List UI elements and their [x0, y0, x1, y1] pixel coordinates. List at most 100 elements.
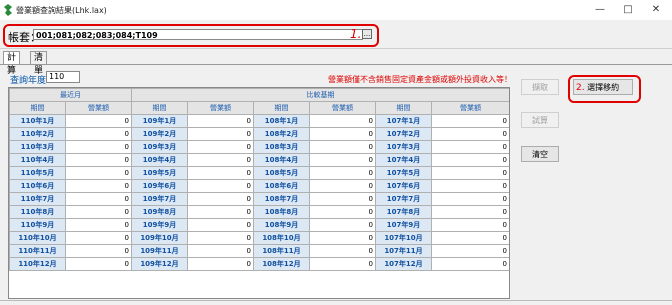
period-cell[interactable]: 109年1月	[131, 114, 188, 128]
revenue-cell[interactable]: 0	[187, 205, 254, 219]
revenue-cell[interactable]: 0	[309, 192, 376, 206]
revenue-cell[interactable]: 0	[65, 257, 132, 271]
period-cell[interactable]: 108年11月	[253, 244, 310, 258]
period-cell[interactable]: 109年4月	[131, 153, 188, 167]
period-cell[interactable]: 107年6月	[375, 179, 432, 193]
close-button[interactable]: ✕	[642, 0, 670, 20]
revenue-cell[interactable]: 0	[65, 166, 132, 180]
period-cell[interactable]: 110年5月	[9, 166, 66, 180]
period-cell[interactable]: 110年4月	[9, 153, 66, 167]
revenue-cell[interactable]: 0	[187, 257, 254, 271]
revenue-cell[interactable]: 0	[431, 205, 509, 219]
revenue-cell[interactable]: 0	[65, 179, 132, 193]
compare-button[interactable]: 2. 選擇移約	[573, 79, 633, 95]
clear-button[interactable]: 清空	[521, 146, 559, 162]
period-cell[interactable]: 110年7月	[9, 192, 66, 206]
period-cell[interactable]: 110年8月	[9, 205, 66, 219]
period-cell[interactable]: 108年9月	[253, 218, 310, 232]
period-cell[interactable]: 108年5月	[253, 166, 310, 180]
period-cell[interactable]: 108年8月	[253, 205, 310, 219]
period-cell[interactable]: 108年6月	[253, 179, 310, 193]
revenue-cell[interactable]: 0	[309, 244, 376, 258]
period-cell[interactable]: 109年8月	[131, 205, 188, 219]
period-cell[interactable]: 107年10月	[375, 231, 432, 245]
revenue-cell[interactable]: 0	[309, 205, 376, 219]
revenue-cell[interactable]: 0	[309, 257, 376, 271]
revenue-cell[interactable]: 0	[431, 114, 509, 128]
period-cell[interactable]: 109年12月	[131, 257, 188, 271]
revenue-cell[interactable]: 0	[431, 166, 509, 180]
revenue-cell[interactable]: 0	[431, 153, 509, 167]
revenue-cell[interactable]: 0	[65, 192, 132, 206]
year-input[interactable]: 110	[46, 71, 80, 83]
period-cell[interactable]: 109年6月	[131, 179, 188, 193]
period-cell[interactable]: 109年7月	[131, 192, 188, 206]
revenue-cell[interactable]: 0	[187, 179, 254, 193]
period-cell[interactable]: 107年1月	[375, 114, 432, 128]
period-cell[interactable]: 110年2月	[9, 127, 66, 141]
period-cell[interactable]: 108年4月	[253, 153, 310, 167]
revenue-cell[interactable]: 0	[431, 244, 509, 258]
revenue-cell[interactable]: 0	[431, 218, 509, 232]
revenue-cell[interactable]: 0	[309, 153, 376, 167]
revenue-cell[interactable]: 0	[431, 257, 509, 271]
period-cell[interactable]: 107年9月	[375, 218, 432, 232]
revenue-cell[interactable]: 0	[65, 205, 132, 219]
period-cell[interactable]: 107年3月	[375, 140, 432, 154]
period-cell[interactable]: 109年2月	[131, 127, 188, 141]
period-cell[interactable]: 109年11月	[131, 244, 188, 258]
period-cell[interactable]: 108年3月	[253, 140, 310, 154]
revenue-cell[interactable]: 0	[431, 127, 509, 141]
period-cell[interactable]: 110年11月	[9, 244, 66, 258]
maximize-button[interactable]: □	[614, 0, 642, 20]
period-cell[interactable]: 107年8月	[375, 205, 432, 219]
period-cell[interactable]: 108年1月	[253, 114, 310, 128]
revenue-cell[interactable]: 0	[309, 231, 376, 245]
revenue-cell[interactable]: 0	[65, 127, 132, 141]
revenue-cell[interactable]: 0	[65, 153, 132, 167]
revenue-cell[interactable]: 0	[187, 192, 254, 206]
revenue-cell[interactable]: 0	[309, 179, 376, 193]
revenue-cell[interactable]: 0	[65, 244, 132, 258]
revenue-cell[interactable]: 0	[187, 140, 254, 154]
minimize-button[interactable]: —	[586, 0, 614, 20]
tab-list[interactable]: 清單	[30, 51, 48, 76]
revenue-cell[interactable]: 0	[187, 231, 254, 245]
period-cell[interactable]: 107年5月	[375, 166, 432, 180]
revenue-cell[interactable]: 0	[309, 140, 376, 154]
period-cell[interactable]: 110年12月	[9, 257, 66, 271]
period-cell[interactable]: 107年12月	[375, 257, 432, 271]
period-cell[interactable]: 107年2月	[375, 127, 432, 141]
period-cell[interactable]: 110年6月	[9, 179, 66, 193]
period-cell[interactable]: 108年10月	[253, 231, 310, 245]
period-cell[interactable]: 107年4月	[375, 153, 432, 167]
revenue-cell[interactable]: 0	[65, 231, 132, 245]
browse-account-button[interactable]: ...	[362, 29, 372, 39]
tab-calculate[interactable]: 計算	[3, 51, 21, 76]
period-cell[interactable]: 109年5月	[131, 166, 188, 180]
revenue-cell[interactable]: 0	[187, 218, 254, 232]
revenue-cell[interactable]: 0	[65, 218, 132, 232]
revenue-cell[interactable]: 0	[431, 192, 509, 206]
period-cell[interactable]: 110年10月	[9, 231, 66, 245]
revenue-cell[interactable]: 0	[431, 179, 509, 193]
revenue-cell[interactable]: 0	[431, 231, 509, 245]
revenue-cell[interactable]: 0	[65, 114, 132, 128]
revenue-cell[interactable]: 0	[309, 218, 376, 232]
revenue-cell[interactable]: 0	[187, 114, 254, 128]
period-cell[interactable]: 108年7月	[253, 192, 310, 206]
revenue-cell[interactable]: 0	[309, 127, 376, 141]
revenue-cell[interactable]: 0	[431, 140, 509, 154]
calculate-button[interactable]: 試算	[521, 112, 559, 128]
period-cell[interactable]: 109年10月	[131, 231, 188, 245]
period-cell[interactable]: 110年9月	[9, 218, 66, 232]
revenue-cell[interactable]: 0	[65, 140, 132, 154]
period-cell[interactable]: 107年7月	[375, 192, 432, 206]
revenue-cell[interactable]: 0	[187, 166, 254, 180]
fetch-button[interactable]: 擷取	[521, 79, 559, 95]
period-cell[interactable]: 107年11月	[375, 244, 432, 258]
period-cell[interactable]: 108年12月	[253, 257, 310, 271]
revenue-cell[interactable]: 0	[309, 114, 376, 128]
period-cell[interactable]: 109年9月	[131, 218, 188, 232]
revenue-cell[interactable]: 0	[187, 127, 254, 141]
